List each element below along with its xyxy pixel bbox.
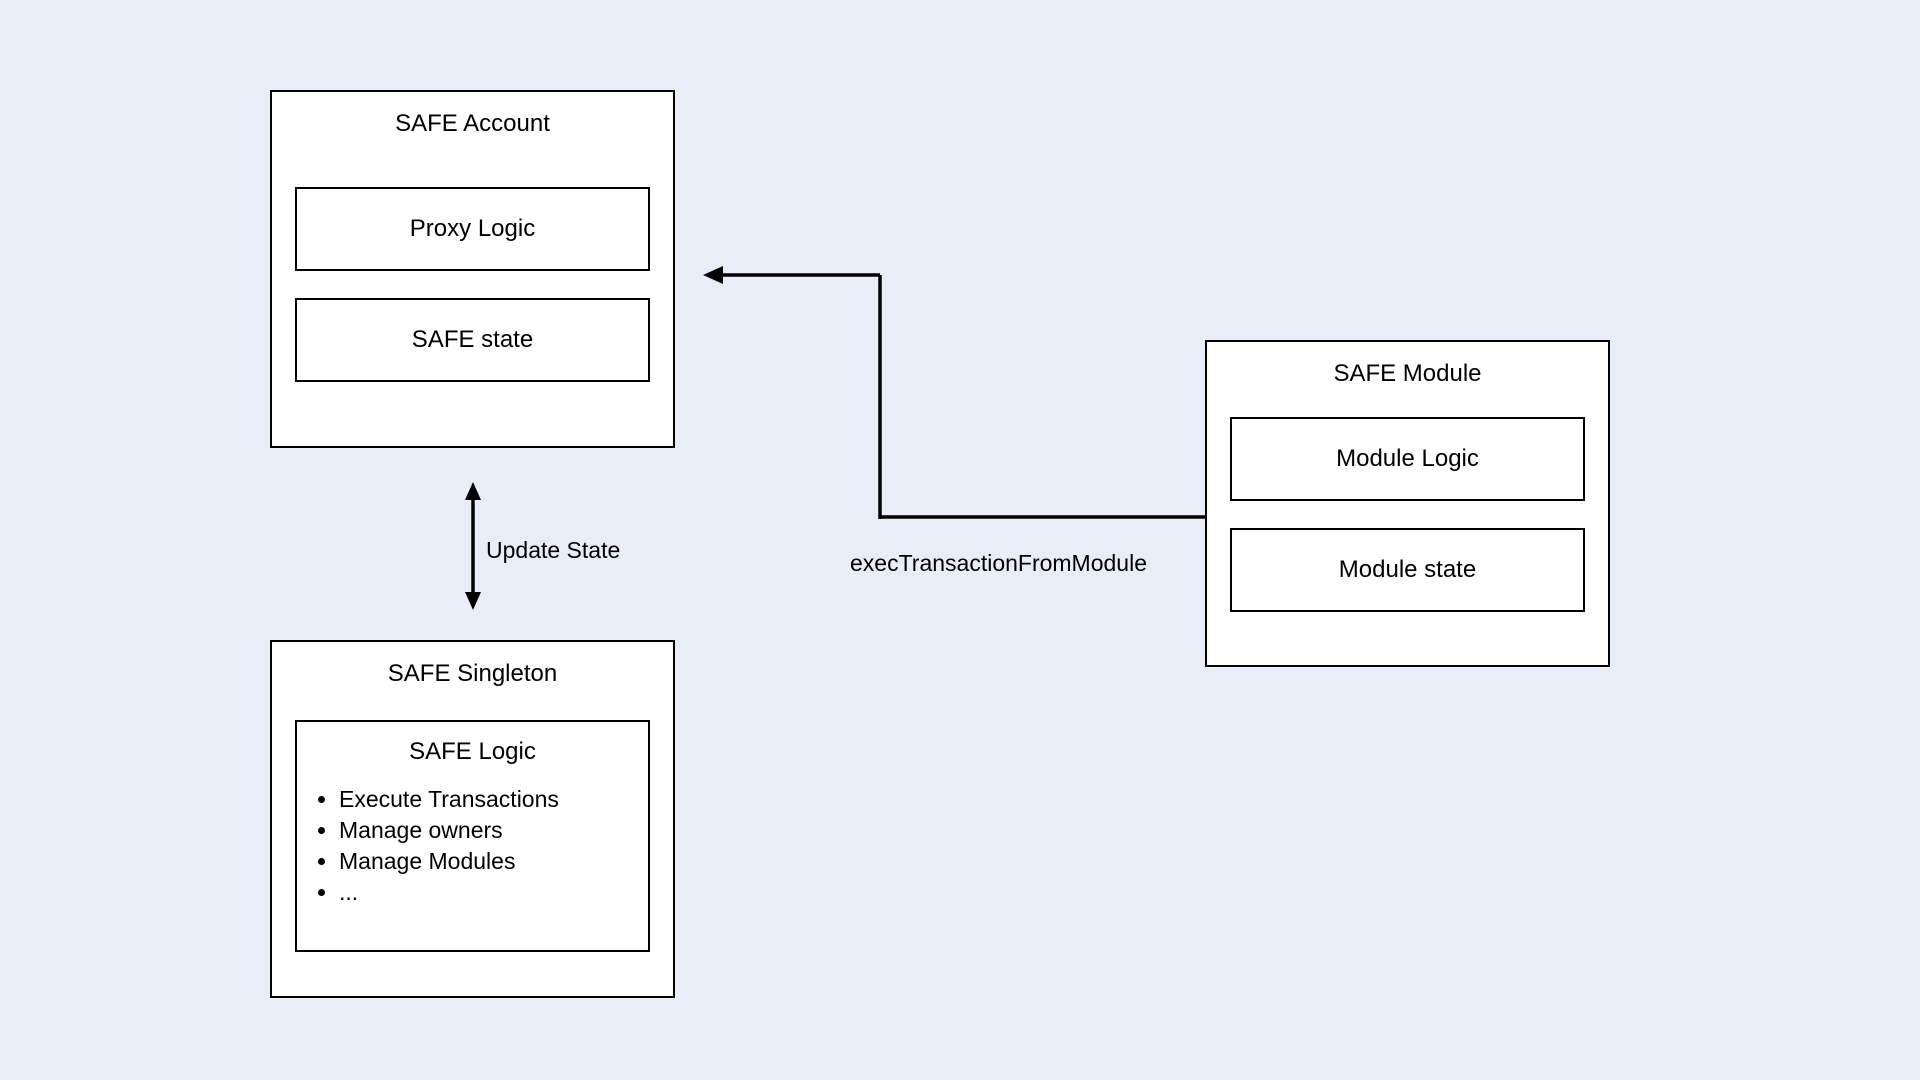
safe-logic-box: SAFE Logic Execute Transactions Manage o…: [295, 720, 650, 952]
list-item: Manage Modules: [339, 846, 634, 877]
safe-logic-list: Execute Transactions Manage owners Manag…: [311, 784, 634, 908]
safe-state-label: SAFE state: [412, 326, 533, 354]
proxy-logic-box: Proxy Logic: [295, 187, 650, 271]
list-item: Execute Transactions: [339, 784, 634, 815]
safe-architecture-diagram: SAFE Account Proxy Logic SAFE state SAFE…: [240, 60, 1680, 1020]
module-state-label: Module state: [1339, 556, 1476, 584]
module-state-box: Module state: [1230, 528, 1585, 612]
list-item: ...: [339, 877, 634, 908]
safe-account-title: SAFE Account: [272, 92, 673, 156]
safe-module-box: SAFE Module Module Logic Module state: [1205, 340, 1610, 667]
safe-account-box: SAFE Account Proxy Logic SAFE state: [270, 90, 675, 448]
module-logic-box: Module Logic: [1230, 417, 1585, 501]
safe-logic-title: SAFE Logic: [311, 738, 634, 766]
update-state-label: Update State: [486, 537, 620, 564]
exec-tx-label: execTransactionFromModule: [850, 550, 1147, 577]
list-item: Manage owners: [339, 815, 634, 846]
module-logic-label: Module Logic: [1336, 445, 1479, 473]
safe-module-title: SAFE Module: [1207, 342, 1608, 406]
safe-singleton-title: SAFE Singleton: [272, 642, 673, 706]
safe-singleton-box: SAFE Singleton SAFE Logic Execute Transa…: [270, 640, 675, 998]
proxy-logic-label: Proxy Logic: [410, 215, 535, 243]
safe-state-box: SAFE state: [295, 298, 650, 382]
